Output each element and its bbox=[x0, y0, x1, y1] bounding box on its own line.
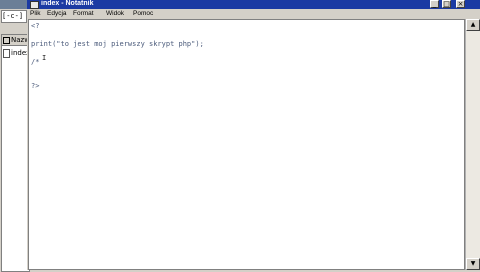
checkbox-icon[interactable] bbox=[3, 36, 10, 44]
menu-help[interactable]: Pomoc bbox=[133, 9, 153, 18]
menu-edit[interactable]: Edycja bbox=[47, 9, 67, 18]
menu-format[interactable]: Format bbox=[73, 9, 94, 18]
notepad-window: index - Notatnik _ □ × Plik Edycja Forma… bbox=[27, 0, 480, 270]
minimize-button[interactable]: _ bbox=[430, 0, 439, 8]
maximize-button[interactable]: □ bbox=[442, 0, 451, 8]
code-line: <? bbox=[31, 22, 40, 30]
menu-view[interactable]: Widok bbox=[106, 9, 124, 18]
code-line: ?> bbox=[31, 82, 40, 90]
scroll-up-icon[interactable]: ▲ bbox=[466, 19, 480, 31]
notepad-titlebar[interactable]: index - Notatnik _ □ × bbox=[27, 0, 480, 9]
path-field[interactable]: [-c-] bbox=[1, 10, 27, 23]
column-header-name[interactable]: Nazw bbox=[2, 35, 29, 46]
file-list[interactable]: Nazw index bbox=[1, 34, 30, 272]
vertical-scrollbar[interactable]: ▲ ▼ bbox=[465, 19, 480, 270]
text-editor[interactable]: <? print("to jest moj pierwszy skrypt ph… bbox=[28, 19, 465, 270]
menu-bar: Plik Edycja Format Widok Pomoc bbox=[27, 9, 480, 18]
code-line: print("to jest moj pierwszy skrypt php")… bbox=[31, 40, 204, 48]
code-line: /* bbox=[31, 58, 40, 66]
scroll-down-icon[interactable]: ▼ bbox=[466, 258, 480, 270]
close-button[interactable]: × bbox=[456, 0, 465, 8]
window-title: index - Notatnik bbox=[41, 0, 94, 7]
file-manager-titlebar[interactable] bbox=[0, 0, 30, 9]
text-cursor-icon: I bbox=[42, 54, 47, 62]
notepad-icon bbox=[30, 1, 39, 9]
list-item[interactable]: index bbox=[3, 48, 29, 58]
menu-file[interactable]: Plik bbox=[30, 9, 40, 18]
file-icon bbox=[3, 48, 10, 58]
